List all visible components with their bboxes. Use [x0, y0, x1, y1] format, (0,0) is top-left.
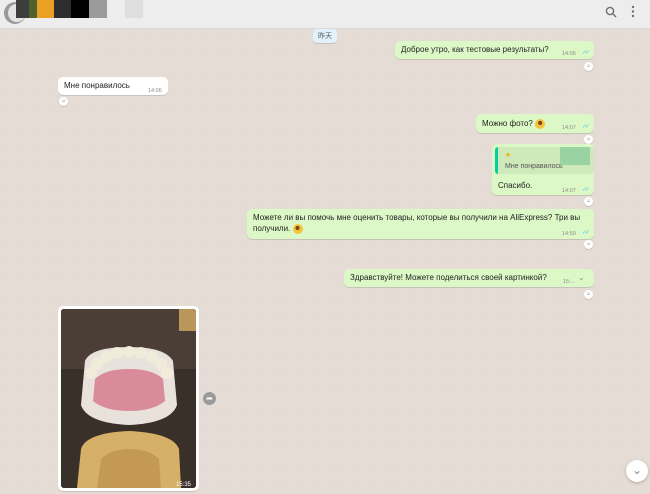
image-time: 15:35	[176, 482, 192, 488]
message-time: 14:07	[562, 125, 576, 131]
swatch-3	[54, 0, 71, 18]
swatch-1	[29, 0, 37, 18]
message-time: 14:07	[562, 188, 576, 194]
message-menu-chevron-icon[interactable]: ⌄	[578, 272, 585, 283]
more-vert-icon[interactable]	[628, 5, 638, 21]
message-outgoing[interactable]: Можете ли вы помочь мне оценить товары, …	[247, 209, 594, 239]
tongue-face-icon: ☻	[292, 223, 303, 234]
quoted-text: Мне понравилось	[505, 163, 563, 170]
message-outgoing[interactable]: Доброе утро, как тестовые результаты? 14…	[395, 41, 594, 59]
swatch-5	[89, 0, 107, 18]
message-time: 14:06	[148, 88, 162, 94]
reaction-icon[interactable]: ☺	[584, 135, 593, 144]
read-ticks-icon: ✓✓	[582, 124, 590, 130]
photo-dental-model[interactable]: 15:35	[61, 309, 196, 488]
message-outgoing[interactable]: Можно фото? ☻ 14:07 ✓✓	[476, 114, 594, 133]
reaction-icon[interactable]: ☺	[59, 97, 68, 106]
reaction-icon[interactable]: ☺	[584, 197, 593, 206]
message-incoming-image[interactable]: 15:35	[58, 306, 199, 491]
date-divider: 昨天	[313, 29, 337, 43]
reaction-icon[interactable]: ☺	[584, 240, 593, 249]
chevron-down-icon[interactable]: ⌄	[626, 460, 648, 482]
read-ticks-icon: ✓✓	[582, 50, 590, 56]
quoted-thumbnail	[560, 147, 590, 165]
message-text: Мне понравилось	[64, 81, 130, 90]
reaction-icon[interactable]: ☺	[584, 62, 593, 71]
chat-header	[0, 0, 650, 29]
swatch-0	[16, 0, 29, 18]
message-text: Спасибо.	[498, 181, 533, 190]
message-outgoing-reply[interactable]: ★ Мне понравилось Спасибо. 14:07 ✓✓	[492, 144, 594, 195]
star-icon: ★	[505, 152, 512, 159]
message-text: Можно фото?	[482, 119, 533, 128]
quoted-message[interactable]: ★ Мне понравилось	[495, 147, 594, 174]
swatch-6	[125, 0, 143, 18]
message-text: Здравствуйте! Можете поделиться своей ка…	[350, 273, 547, 282]
read-ticks-icon: ✓✓	[582, 230, 590, 236]
smiling-face-icon: ☻	[535, 118, 546, 129]
reaction-icon[interactable]: ☺	[584, 290, 593, 299]
message-text: Доброе утро, как тестовые результаты?	[401, 45, 549, 54]
chat-panel[interactable]: 昨天 Доброе утро, как тестовые результаты?…	[0, 29, 650, 494]
message-outgoing[interactable]: Здравствуйте! Можете поделиться своей ка…	[344, 269, 594, 287]
read-ticks-icon: ✓✓	[582, 187, 590, 193]
message-incoming[interactable]: Мне понравилось 14:06	[58, 77, 168, 95]
search-icon[interactable]	[604, 6, 618, 20]
swatch-2	[37, 0, 54, 18]
forward-icon[interactable]: ➦	[203, 392, 216, 405]
message-time: 14:59	[562, 231, 576, 237]
message-time: 14:05	[562, 51, 576, 57]
message-time: 15:...	[563, 279, 576, 285]
swatch-4	[71, 0, 89, 18]
